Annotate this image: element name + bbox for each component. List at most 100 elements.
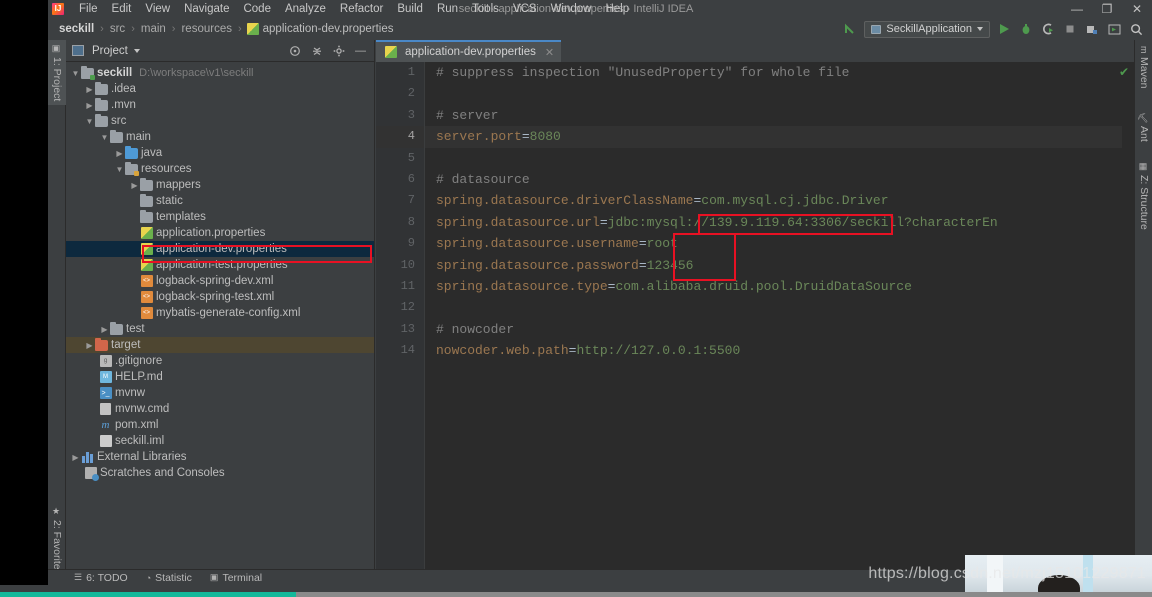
- tree-node-idea[interactable]: ▶ .idea: [66, 81, 374, 97]
- statusbar-item-todo[interactable]: ☰ 6: TODO: [74, 572, 128, 584]
- code-line[interactable]: # nowcoder: [425, 319, 1134, 340]
- close-button[interactable]: ✕: [1122, 0, 1152, 18]
- code-line[interactable]: server.port=8080: [425, 126, 1134, 148]
- tree-node-target[interactable]: ▶ target: [66, 337, 374, 353]
- breadcrumb-item-main[interactable]: main: [140, 23, 167, 35]
- editor-tab-bar[interactable]: application-dev.properties ✕: [376, 40, 1134, 62]
- tree-node-mybatis-generate-config-xml[interactable]: <> mybatis-generate-config.xml: [66, 305, 374, 321]
- layout-toggle-button[interactable]: [1106, 21, 1122, 37]
- settings-gear-icon[interactable]: [332, 44, 345, 57]
- run-with-coverage-button[interactable]: [1040, 21, 1056, 37]
- code-line[interactable]: [425, 297, 1134, 318]
- tree-node-application-test-properties[interactable]: application-test.properties: [66, 257, 374, 273]
- tree-node-java[interactable]: ▶ java: [66, 145, 374, 161]
- chevron-down-icon[interactable]: [133, 48, 140, 53]
- run-configuration-selector[interactable]: SeckillApplication: [864, 20, 990, 38]
- tree-node-mvnw[interactable]: >_ mvnw: [66, 385, 374, 401]
- tree-node-mvnw-cmd[interactable]: mvnw.cmd: [66, 401, 374, 417]
- code-viewport[interactable]: 1 2 3 4 5 6 7 8 9 10 11 12 13 14 # suppr…: [376, 62, 1134, 585]
- window-controls[interactable]: — ❐ ✕: [1062, 0, 1152, 18]
- code-line[interactable]: spring.datasource.password=123456: [425, 255, 1134, 276]
- menu-tools[interactable]: Tools: [465, 0, 506, 18]
- main-toolbar[interactable]: SeckillApplication: [842, 18, 1144, 40]
- hide-panel-icon[interactable]: —: [354, 44, 367, 57]
- breadcrumb-item-resources[interactable]: resources: [180, 23, 233, 35]
- minimize-button[interactable]: —: [1062, 0, 1092, 18]
- tree-node-seckill-iml[interactable]: seckill.iml: [66, 433, 374, 449]
- tool-window-button-project[interactable]: ▣ 1: Project: [48, 40, 66, 106]
- menu-view[interactable]: View: [138, 0, 177, 18]
- tool-window-button-maven[interactable]: m Maven: [1135, 42, 1152, 92]
- breadcrumb-item-src[interactable]: src: [109, 23, 126, 35]
- menu-refactor[interactable]: Refactor: [333, 0, 390, 18]
- code-line[interactable]: spring.datasource.type=com.alibaba.druid…: [425, 276, 1134, 297]
- statusbar-item-statistic[interactable]: ◔ Statistic: [146, 572, 192, 584]
- menu-run[interactable]: Run: [430, 0, 465, 18]
- build-project-button[interactable]: [1084, 21, 1100, 37]
- tree-node-resources[interactable]: ▼ resources: [66, 161, 374, 177]
- collapse-all-icon[interactable]: [310, 44, 323, 57]
- expand-arrow-icon[interactable]: ▼: [70, 69, 81, 78]
- close-tab-icon[interactable]: ✕: [545, 46, 554, 59]
- tool-window-button-ant[interactable]: ⛏ Ant: [1135, 108, 1152, 146]
- project-panel-header-actions[interactable]: —: [288, 44, 374, 57]
- tree-node-templates[interactable]: templates: [66, 209, 374, 225]
- project-tree[interactable]: ▼ seckill D:\workspace\v1\seckill ▶ .ide…: [66, 62, 374, 582]
- menu-navigate[interactable]: Navigate: [177, 0, 236, 18]
- breadcrumb-item-seckill[interactable]: seckill: [58, 23, 95, 35]
- tree-node-mappers[interactable]: ▶ mappers: [66, 177, 374, 193]
- expand-arrow-icon[interactable]: ▶: [99, 325, 110, 334]
- expand-arrow-icon[interactable]: ▼: [114, 165, 125, 174]
- expand-arrow-icon[interactable]: ▶: [84, 85, 95, 94]
- menu-edit[interactable]: Edit: [105, 0, 139, 18]
- tree-node-static[interactable]: static: [66, 193, 374, 209]
- expand-arrow-icon[interactable]: ▶: [114, 149, 125, 158]
- tree-node-seckill[interactable]: ▼ seckill D:\workspace\v1\seckill: [66, 65, 374, 81]
- expand-arrow-icon[interactable]: ▶: [84, 341, 95, 350]
- menu-build[interactable]: Build: [390, 0, 430, 18]
- menu-analyze[interactable]: Analyze: [278, 0, 333, 18]
- tree-node-test[interactable]: ▶ test: [66, 321, 374, 337]
- tree-node-logback-spring-dev-xml[interactable]: <> logback-spring-dev.xml: [66, 273, 374, 289]
- tree-node-mvn[interactable]: ▶ .mvn: [66, 97, 374, 113]
- menu-help[interactable]: Help: [598, 0, 636, 18]
- tree-node-main[interactable]: ▼ main: [66, 129, 374, 145]
- editor-tab-application-dev-properties[interactable]: application-dev.properties ✕: [376, 40, 562, 62]
- menu-window[interactable]: Window: [544, 0, 599, 18]
- locate-file-icon[interactable]: [288, 44, 301, 57]
- breadcrumb[interactable]: seckill › src › main › resources › appli…: [58, 18, 393, 40]
- tree-node-pom-xml[interactable]: m pom.xml: [66, 417, 374, 433]
- inspection-ok-icon[interactable]: ✔: [1119, 65, 1129, 79]
- expand-arrow-icon[interactable]: ▶: [70, 453, 81, 462]
- statusbar-item-terminal[interactable]: ▣ Terminal: [210, 572, 262, 584]
- tree-node-external-libraries[interactable]: ▶ External Libraries: [66, 449, 374, 465]
- editor-vertical-scrollbar[interactable]: [1122, 84, 1134, 571]
- debug-button[interactable]: [1018, 21, 1034, 37]
- tree-node-src[interactable]: ▼ src: [66, 113, 374, 129]
- stop-button[interactable]: [1062, 21, 1078, 37]
- code-line[interactable]: # suppress inspection "UnusedProperty" f…: [425, 62, 1134, 83]
- tree-node-help-md[interactable]: M HELP.md: [66, 369, 374, 385]
- code-line[interactable]: spring.datasource.url=jdbc:mysql://139.9…: [425, 212, 1134, 233]
- tree-node-application-dev-properties[interactable]: application-dev.properties: [66, 241, 374, 257]
- expand-arrow-icon[interactable]: ▶: [129, 181, 140, 190]
- menu-code[interactable]: Code: [236, 0, 278, 18]
- back-arrow-icon[interactable]: [842, 21, 858, 37]
- maximize-button[interactable]: ❐: [1092, 0, 1122, 18]
- run-button[interactable]: [996, 21, 1012, 37]
- code-line[interactable]: [425, 148, 1134, 169]
- tool-window-button-structure[interactable]: ▦ Z: Structure: [1135, 158, 1152, 234]
- expand-arrow-icon[interactable]: ▶: [84, 101, 95, 110]
- search-everywhere-icon[interactable]: [1128, 21, 1144, 37]
- breadcrumb-item-file[interactable]: application-dev.properties: [263, 23, 394, 35]
- code-line[interactable]: spring.datasource.username=root: [425, 233, 1134, 254]
- expand-arrow-icon[interactable]: ▼: [84, 117, 95, 126]
- menu-file[interactable]: File: [72, 0, 105, 18]
- tree-node-application-properties[interactable]: application.properties: [66, 225, 374, 241]
- tree-node-logback-spring-test-xml[interactable]: <> logback-spring-test.xml: [66, 289, 374, 305]
- tool-window-button-favorites[interactable]: ★ 2: Favorites: [48, 503, 66, 579]
- expand-arrow-icon[interactable]: ▼: [99, 133, 110, 142]
- tree-node-scratches-and-consoles[interactable]: Scratches and Consoles: [66, 465, 374, 481]
- code-line[interactable]: [425, 83, 1134, 104]
- code-line[interactable]: nowcoder.web.path=http://127.0.0.1:5500: [425, 340, 1134, 361]
